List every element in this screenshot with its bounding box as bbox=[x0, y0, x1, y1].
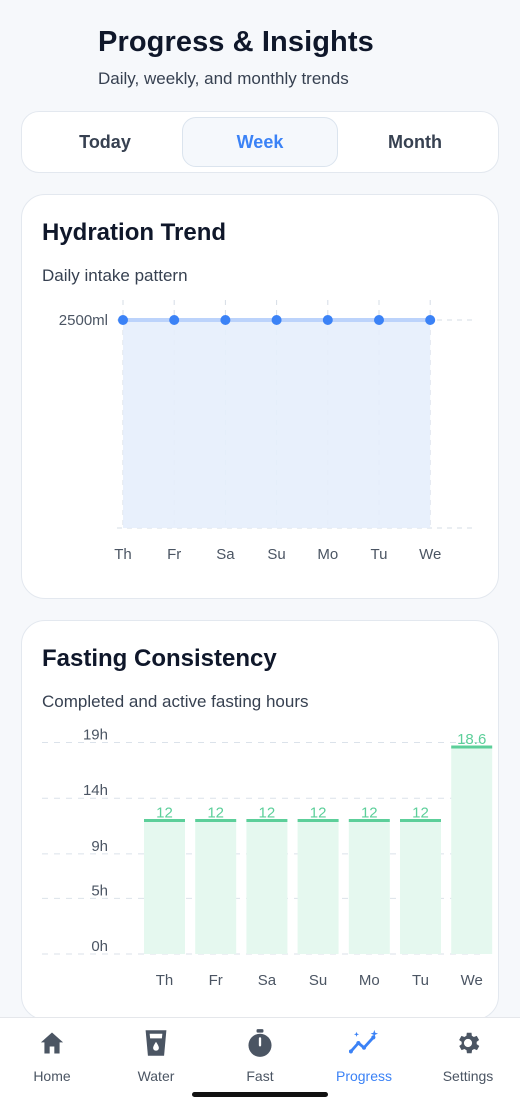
tab-fast-label: Fast bbox=[246, 1068, 274, 1084]
hydration-point-We bbox=[425, 315, 436, 325]
hydration-chart: 2500ml Th Fr Sa Su Mo Tu We bbox=[59, 300, 472, 563]
bar-data-label: 12 bbox=[361, 804, 378, 821]
x-tick-label: Fr bbox=[209, 972, 223, 989]
home-icon bbox=[37, 1028, 67, 1058]
fasting-bar-Tu bbox=[400, 820, 441, 954]
x-tick-label: Th bbox=[156, 972, 174, 989]
gear-icon bbox=[453, 1028, 483, 1058]
tab-home-label: Home bbox=[33, 1068, 71, 1084]
water-glass-icon bbox=[141, 1028, 171, 1058]
segment-month[interactable]: Month bbox=[338, 117, 492, 167]
page-title: Progress & Insights bbox=[98, 26, 374, 58]
x-tick-label: Mo bbox=[317, 546, 338, 563]
fasting-bar-Fr bbox=[195, 820, 237, 954]
hydration-area bbox=[123, 320, 431, 528]
trend-sparkle-icon bbox=[349, 1028, 379, 1058]
tab-water-label: Water bbox=[137, 1068, 175, 1084]
bar-data-label: 12 bbox=[310, 804, 327, 821]
x-tick-label: Tu bbox=[371, 546, 388, 563]
hydration-point-Mo bbox=[322, 315, 333, 325]
x-tick-label: We bbox=[461, 972, 483, 989]
home-indicator bbox=[192, 1092, 328, 1097]
bar-data-label: 12 bbox=[259, 804, 276, 821]
y-tick-label: 9h bbox=[91, 838, 108, 855]
tab-progress-label: Progress bbox=[335, 1068, 393, 1084]
hydration-point-Tu bbox=[374, 315, 384, 325]
fasting-chart: 0h 5h 9h 14h 19h 12 Th 12 Fr 12 Sa 12 Su 12 Mo 12 Tu 18.6… bbox=[42, 727, 493, 989]
bar-data-label: 12 bbox=[412, 804, 429, 821]
segment-today[interactable]: Today bbox=[28, 117, 182, 167]
fasting-bar-Sa bbox=[246, 820, 288, 954]
fasting-card: Fasting Consistency Completed and active… bbox=[21, 620, 499, 1020]
tab-settings-label: Settings bbox=[442, 1068, 494, 1084]
period-selector: Today Week Month bbox=[21, 111, 499, 173]
fasting-bar-Su bbox=[297, 820, 339, 954]
x-tick-label: Mo bbox=[359, 972, 380, 989]
x-tick-label: Sa bbox=[258, 972, 277, 989]
y-tick-label: 14h bbox=[83, 782, 108, 799]
y-tick-label: 2500ml bbox=[59, 312, 108, 329]
x-tick-label: Sa bbox=[216, 546, 235, 563]
page-subtitle: Daily, weekly, and monthly trends bbox=[98, 69, 349, 88]
hydration-point-Fr bbox=[169, 315, 180, 325]
fasting-bar-Mo bbox=[348, 820, 390, 954]
tab-settings[interactable]: Settings bbox=[416, 1018, 520, 1109]
bar-data-label: 18.6 bbox=[457, 731, 486, 748]
stopwatch-icon bbox=[245, 1028, 275, 1058]
fasting-bar-Th bbox=[144, 820, 185, 954]
segment-week[interactable]: Week bbox=[182, 117, 338, 167]
bar-data-label: 12 bbox=[207, 804, 224, 821]
x-tick-label: Th bbox=[114, 546, 132, 563]
x-tick-label: Fr bbox=[167, 546, 181, 563]
x-tick-label: We bbox=[419, 546, 441, 563]
bar-data-label: 12 bbox=[156, 804, 173, 821]
hydration-point-Sa bbox=[220, 315, 231, 325]
page-header: Progress & Insights Daily, weekly, and m… bbox=[98, 26, 374, 89]
hydration-point-Su bbox=[271, 315, 282, 325]
x-tick-label: Su bbox=[267, 546, 285, 563]
fasting-bar-We bbox=[451, 747, 493, 954]
y-tick-label: 19h bbox=[83, 727, 108, 744]
x-tick-label: Su bbox=[309, 972, 327, 989]
y-tick-label: 5h bbox=[91, 882, 108, 899]
hydration-card: Hydration Trend Daily intake pattern 250… bbox=[21, 194, 499, 599]
hydration-point-Th bbox=[118, 315, 128, 325]
tab-home[interactable]: Home bbox=[0, 1018, 104, 1109]
x-tick-label: Tu bbox=[412, 972, 429, 989]
y-tick-label: 0h bbox=[91, 938, 108, 955]
